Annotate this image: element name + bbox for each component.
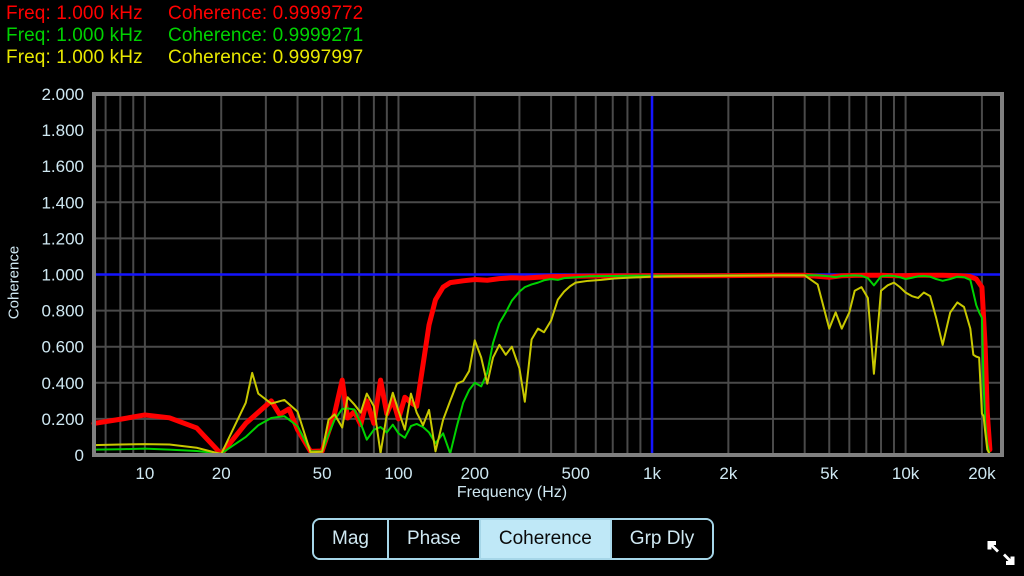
x-tick-label: 20 bbox=[212, 464, 231, 483]
readout-coherence-red: Coherence: 0.9999772 bbox=[168, 3, 363, 25]
y-tick-label: 0.600 bbox=[41, 338, 84, 357]
x-tick-label: 500 bbox=[562, 464, 590, 483]
x-tick-label: 10 bbox=[135, 464, 154, 483]
y-tick-label: 2.000 bbox=[41, 85, 84, 104]
plot-canvas[interactable]: 0 0.200 0.400 0.600 0.800 1.000 1.200 1.400 1.60… bbox=[0, 74, 1024, 486]
y-tick-label: 1.400 bbox=[41, 193, 84, 212]
readout-row-yellow: Freq: 1.000 kHzCoherence: 0.9997997 bbox=[6, 47, 363, 69]
readout-frequency-red: Freq: 1.000 kHz bbox=[6, 3, 168, 25]
y-tick-label: 0.400 bbox=[41, 374, 84, 393]
x-tick-label: 1k bbox=[643, 464, 661, 483]
trace-green bbox=[94, 275, 989, 453]
trace-layer bbox=[94, 275, 990, 454]
readout-frequency-green: Freq: 1.000 kHz bbox=[6, 25, 168, 47]
y-tick-label: 0.200 bbox=[41, 410, 84, 429]
mode-button-label: Grp Dly bbox=[630, 528, 694, 550]
x-tick-label: 20k bbox=[968, 464, 996, 483]
y-tick-label: 1.000 bbox=[41, 266, 84, 285]
mode-segmented-control[interactable]: Mag Phase Coherence Grp Dly bbox=[312, 518, 714, 560]
y-tick-label: 0 bbox=[75, 446, 84, 465]
x-tick-label: 50 bbox=[313, 464, 332, 483]
x-tick-label: 100 bbox=[384, 464, 412, 483]
readout-coherence-yellow: Coherence: 0.9997997 bbox=[168, 47, 363, 69]
readout-coherence-green: Coherence: 0.9999271 bbox=[168, 25, 363, 47]
mode-button-coherence[interactable]: Coherence bbox=[481, 520, 612, 558]
y-tick-label: 1.600 bbox=[41, 157, 84, 176]
readout-frequency-yellow: Freq: 1.000 kHz bbox=[6, 47, 168, 69]
trace-yellow bbox=[94, 275, 989, 454]
x-tick-label: 5k bbox=[820, 464, 838, 483]
x-tick-label: 200 bbox=[461, 464, 489, 483]
y-tick-labels: 0 0.200 0.400 0.600 0.800 1.000 1.200 1.400 1.60… bbox=[41, 85, 84, 465]
readout-panel: Freq: 1.000 kHzCoherence: 0.9999772 Freq… bbox=[0, 0, 1024, 74]
mode-button-mag[interactable]: Mag bbox=[314, 520, 389, 558]
y-tick-label: 1.800 bbox=[41, 121, 84, 140]
y-tick-label: 1.200 bbox=[41, 229, 84, 248]
mode-button-label: Phase bbox=[407, 528, 461, 550]
readout-row-green: Freq: 1.000 kHzCoherence: 0.9999271 bbox=[6, 25, 363, 47]
collapse-arrows-icon[interactable] bbox=[984, 536, 1018, 570]
x-tick-label: 2k bbox=[719, 464, 737, 483]
mode-button-grp-dly[interactable]: Grp Dly bbox=[612, 520, 712, 558]
y-axis-title: Coherence bbox=[6, 223, 23, 343]
readout-row-red: Freq: 1.000 kHzCoherence: 0.9999772 bbox=[6, 3, 363, 25]
mode-button-label: Coherence bbox=[499, 528, 592, 550]
mode-button-phase[interactable]: Phase bbox=[389, 520, 481, 558]
y-tick-label: 0.800 bbox=[41, 302, 84, 321]
x-tick-labels: 10 20 50 100 200 500 1k 2k 5k 10k 20k bbox=[135, 464, 996, 483]
x-tick-label: 10k bbox=[892, 464, 920, 483]
coherence-plot[interactable]: 0 0.200 0.400 0.600 0.800 1.000 1.200 1.400 1.60… bbox=[0, 74, 1024, 486]
trace-red bbox=[94, 275, 990, 454]
mode-button-label: Mag bbox=[332, 528, 369, 550]
x-axis-title: Frequency (Hz) bbox=[0, 484, 1024, 502]
